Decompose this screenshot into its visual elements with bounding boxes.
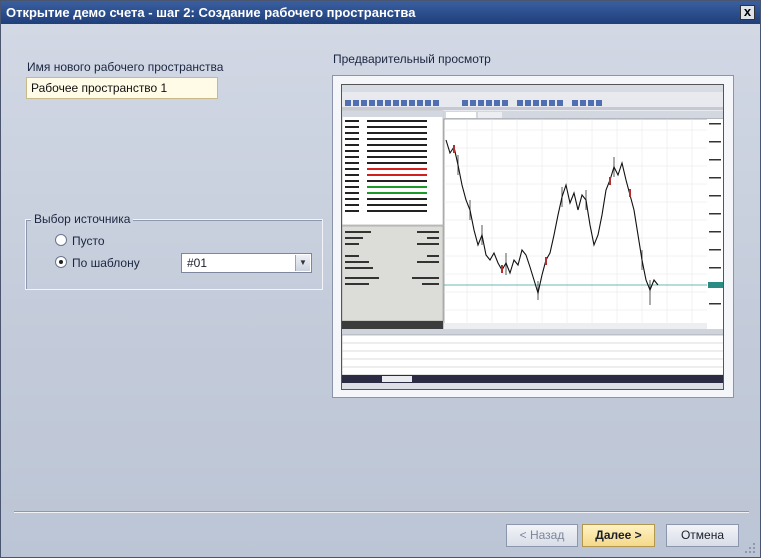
window-title: Открытие демо счета - шаг 2: Создание ра… (6, 5, 416, 20)
template-select[interactable]: #01 ▼ (181, 253, 312, 273)
radio-template[interactable] (55, 256, 67, 268)
source-group-legend: Выбор источника (31, 212, 134, 226)
footer-separator (14, 511, 749, 513)
radio-template-label[interactable]: По шаблону (72, 256, 140, 270)
preview-image (341, 84, 724, 390)
workspace-name-input[interactable] (26, 77, 218, 99)
terminal-screenshot-thumbnail (342, 85, 723, 389)
cancel-button[interactable]: Отмена (666, 524, 739, 547)
chevron-down-icon[interactable]: ▼ (295, 255, 310, 271)
workspace-name-label: Имя нового рабочего пространства (27, 60, 224, 74)
dialog-window: Открытие демо счета - шаг 2: Создание ра… (0, 0, 761, 558)
radio-empty-label[interactable]: Пусто (72, 234, 105, 248)
preview-label: Предварительный просмотр (333, 52, 491, 66)
next-button[interactable]: Далее > (582, 524, 655, 547)
close-button[interactable]: x (740, 5, 755, 20)
radio-empty[interactable] (55, 234, 67, 246)
back-button[interactable]: < Назад (506, 524, 578, 547)
title-bar[interactable]: Открытие демо счета - шаг 2: Создание ра… (1, 1, 760, 24)
template-select-value: #01 (187, 256, 208, 270)
resize-grip-icon[interactable] (744, 542, 756, 554)
